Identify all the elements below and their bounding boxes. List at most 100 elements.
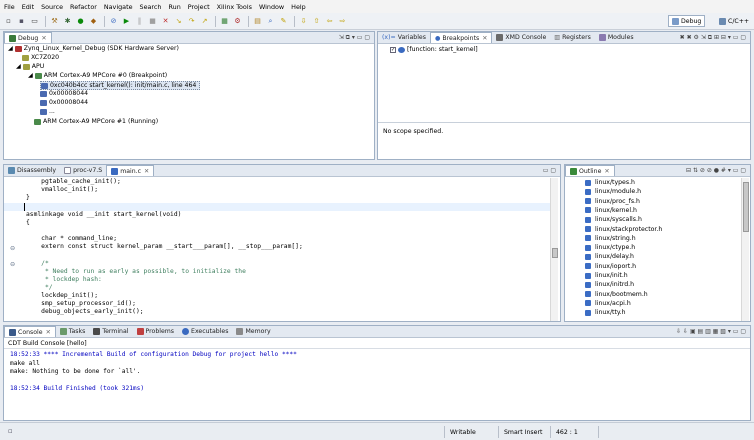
tree-item-apu[interactable]: ◢ APU <box>16 63 44 70</box>
prev-annotation-icon[interactable]: ⇧ <box>311 16 322 27</box>
collapse-icon[interactable]: ◢ <box>16 63 21 70</box>
outline-item[interactable]: linux/module.h <box>585 188 641 195</box>
outline-item[interactable]: linux/kernel.h <box>585 207 637 214</box>
tree-item-frame[interactable]: 0x00008044 <box>40 90 88 97</box>
outline-item[interactable]: linux/ctype.h <box>585 244 635 251</box>
close-icon[interactable]: ✕ <box>41 35 46 42</box>
tab-debug[interactable]: Debug ✕ <box>4 32 52 43</box>
save-icon[interactable]: ▪ <box>16 16 27 27</box>
outline-scrollbar[interactable] <box>741 178 749 321</box>
tree-item-core1[interactable]: ARM Cortex-A9 MPCore #1 (Running) <box>34 118 158 125</box>
back-icon[interactable]: ⇦ <box>324 16 335 27</box>
close-icon[interactable]: ✕ <box>46 329 51 336</box>
program-fpga-icon[interactable]: ▦ <box>219 16 230 27</box>
terminate-icon[interactable]: ■ <box>147 16 158 27</box>
search-icon[interactable]: ⌕ <box>265 16 276 27</box>
tab-xmd-console[interactable]: XMD Console <box>492 32 550 43</box>
menu-file[interactable]: File <box>4 3 15 11</box>
collapse-icon[interactable]: ◢ <box>8 45 13 52</box>
menu-search[interactable]: Search <box>140 3 162 11</box>
outline-view-controls[interactable]: ⊟ ⇅ ⊘ ⊘ ● # ▾ ▭ ▢ <box>686 167 746 174</box>
outline-item[interactable]: linux/initrd.h <box>585 281 634 288</box>
tab-outline[interactable]: Outline ✕ <box>565 165 615 176</box>
outline-item[interactable]: linux/tty.h <box>585 309 626 316</box>
scrollbar-thumb[interactable] <box>552 248 558 258</box>
build-icon[interactable]: ⚒ <box>49 16 60 27</box>
outline-item[interactable]: linux/stackprotector.h <box>585 226 662 233</box>
step-into-icon[interactable]: ↘ <box>173 16 184 27</box>
collapse-icon[interactable]: ◢ <box>28 72 33 79</box>
step-return-icon[interactable]: ↗ <box>199 16 210 27</box>
outline-item[interactable]: linux/syscalls.h <box>585 216 642 223</box>
tree-item-launch[interactable]: ◢ Zynq_Linux_Kernel_Debug (SDK Hardware … <box>8 45 179 52</box>
fold-icon[interactable]: ⊖ <box>10 261 15 269</box>
breakpoint-checkbox[interactable]: ✓ <box>390 46 396 53</box>
outline-item[interactable]: linux/init.h <box>585 272 628 279</box>
menu-project[interactable]: Project <box>188 3 210 11</box>
menu-help[interactable]: Help <box>291 3 306 11</box>
tree-item-core0[interactable]: ◢ ARM Cortex-A9 MPCore #0 (Breakpoint) <box>28 72 167 79</box>
outline-item[interactable]: linux/delay.h <box>585 253 634 260</box>
close-icon[interactable]: ✕ <box>144 168 149 175</box>
suspend-icon[interactable]: ‖ <box>134 16 145 27</box>
open-type-icon[interactable]: ▤ <box>252 16 263 27</box>
tab-terminal[interactable]: Terminal <box>89 326 132 337</box>
debug-icon[interactable]: ✱ <box>62 16 73 27</box>
editor-controls[interactable]: ▭ ▢ <box>543 167 556 174</box>
editor-scrollbar[interactable] <box>550 178 558 321</box>
tab-memory[interactable]: Memory <box>232 326 274 337</box>
menu-run[interactable]: Run <box>169 3 181 11</box>
outline-item[interactable]: linux/ioport.h <box>585 263 636 270</box>
tab-problems[interactable]: Problems <box>133 326 179 337</box>
scrollbar-thumb[interactable] <box>743 182 749 232</box>
outline-item[interactable]: linux/bootmem.h <box>585 291 648 298</box>
new-icon[interactable]: ▫ <box>3 16 14 27</box>
next-annotation-icon[interactable]: ⇩ <box>298 16 309 27</box>
external-tools-icon[interactable]: ◆ <box>88 16 99 27</box>
menu-edit[interactable]: Edit <box>22 3 34 11</box>
skip-breakpoints-icon[interactable]: ⊘ <box>108 16 119 27</box>
tree-item-frame-selected[interactable]: 0xc040b4cc start_kernel(): init/main.c, … <box>40 81 201 90</box>
outline-item[interactable]: linux/string.h <box>585 235 636 242</box>
breakpoint-item[interactable]: ✓ [function: start_kernel] <box>390 46 478 53</box>
tab-executables[interactable]: Executables <box>178 326 232 337</box>
tree-item-frame[interactable]: ... <box>40 108 55 115</box>
tab-tasks[interactable]: Tasks <box>56 326 90 337</box>
print-icon[interactable]: ▭ <box>29 16 40 27</box>
close-icon[interactable]: ✕ <box>604 168 609 175</box>
tab-disassembly[interactable]: Disassembly <box>4 165 60 176</box>
xilinx-icon[interactable]: ⚙ <box>232 16 243 27</box>
cpp-perspective-button[interactable]: C/C++ <box>716 15 752 27</box>
console-view-controls[interactable]: ⇩ ⇩ ▣ ▤ ▥ ▦ ▧ ▾ ▭ ▢ <box>676 328 746 335</box>
outline-item[interactable]: linux/acpi.h <box>585 300 631 307</box>
tree-item-label: 0x00008044 <box>49 99 89 106</box>
tree-item-label: APU <box>31 63 45 70</box>
forward-icon[interactable]: ⇨ <box>337 16 348 27</box>
tab-main-c[interactable]: main.c ✕ <box>106 165 155 176</box>
outline-item[interactable]: linux/types.h <box>585 179 635 186</box>
highlight-icon[interactable]: ✎ <box>278 16 289 27</box>
tab-variables[interactable]: (x)= Variables <box>378 32 430 43</box>
disconnect-icon[interactable]: ✕ <box>160 16 171 27</box>
menu-source[interactable]: Source <box>41 3 63 11</box>
tree-item-frame[interactable]: 0x00008044 <box>40 99 88 106</box>
fold-icon[interactable]: ⊖ <box>10 245 15 253</box>
close-icon[interactable]: ✕ <box>482 35 487 42</box>
breakpoints-view-controls[interactable]: ✖ ✖ ⚙ ⇲ ⧉ ⊞ ⊟ ▾ ▭ ▢ <box>680 34 746 42</box>
menu-window[interactable]: Window <box>259 3 284 11</box>
tab-proc-v7[interactable]: proc-v7.S <box>60 165 106 176</box>
resume-icon[interactable]: ▶ <box>121 16 132 27</box>
tab-registers[interactable]: ▥ Registers <box>550 32 595 43</box>
tree-item-target[interactable]: XC7Z020 <box>22 54 59 61</box>
debug-perspective-button[interactable]: Debug <box>668 15 706 27</box>
tab-console[interactable]: Console ✕ <box>4 326 56 337</box>
menu-xilinx-tools[interactable]: Xilinx Tools <box>217 3 252 11</box>
menu-refactor[interactable]: Refactor <box>70 3 97 11</box>
tab-modules[interactable]: Modules <box>595 32 638 43</box>
step-over-icon[interactable]: ↷ <box>186 16 197 27</box>
tab-breakpoints[interactable]: ● Breakpoints ✕ <box>429 32 493 43</box>
outline-item[interactable]: linux/proc_fs.h <box>585 198 640 205</box>
menu-navigate[interactable]: Navigate <box>104 3 133 11</box>
debug-view-controls[interactable]: ⇲ ⧉ ▾ ▭ ▢ <box>339 34 370 42</box>
run-icon[interactable]: ● <box>75 16 86 27</box>
